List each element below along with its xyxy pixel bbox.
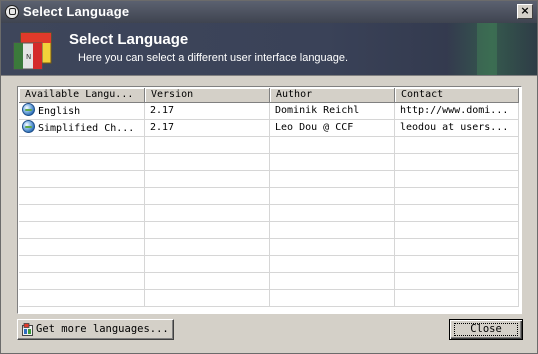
empty-cell — [270, 239, 395, 256]
empty-row — [19, 154, 519, 171]
banner-subtitle: Here you can select a different user int… — [78, 52, 349, 64]
get-more-languages-button[interactable]: Get more languages... — [17, 319, 174, 340]
empty-cell — [145, 137, 270, 154]
globe-icon — [22, 103, 35, 116]
empty-cell — [19, 239, 145, 256]
author-cell: Dominik Reichl — [270, 103, 395, 120]
empty-cell — [145, 154, 270, 171]
plugin-icon — [22, 323, 33, 336]
empty-cell — [395, 256, 519, 273]
title-close-button[interactable]: × — [517, 4, 533, 19]
empty-cell — [395, 137, 519, 154]
empty-cell — [145, 205, 270, 222]
empty-cell — [19, 256, 145, 273]
empty-cell — [19, 222, 145, 239]
globe-icon — [22, 120, 35, 133]
column-header-language[interactable]: Available Langu... — [19, 88, 145, 103]
empty-row — [19, 205, 519, 222]
empty-cell — [270, 137, 395, 154]
contact-cell: http://www.domi... — [395, 103, 519, 120]
get-more-languages-label: Get more languages... — [36, 323, 169, 335]
empty-cell — [19, 205, 145, 222]
svg-text:N: N — [26, 53, 31, 61]
empty-row — [19, 137, 519, 154]
window-title: Select Language — [23, 4, 130, 19]
keepass-lock-icon — [5, 5, 19, 19]
empty-cell — [270, 205, 395, 222]
empty-cell — [19, 188, 145, 205]
list-header: Available Langu... Version Author Contac… — [19, 88, 519, 103]
empty-cell — [145, 188, 270, 205]
version-cell: 2.17 — [145, 103, 270, 120]
banner-divider — [1, 75, 537, 76]
empty-cell — [270, 290, 395, 307]
empty-cell — [145, 171, 270, 188]
empty-cell — [19, 290, 145, 307]
empty-cell — [395, 273, 519, 290]
list-item[interactable]: English 2.17 Dominik Reichl http://www.d… — [19, 103, 519, 120]
empty-cell — [270, 256, 395, 273]
select-language-dialog: Select Language × N Select Language Here… — [0, 0, 538, 354]
language-name: Simplified Ch... — [38, 123, 135, 134]
empty-cell — [145, 256, 270, 273]
empty-cell — [270, 273, 395, 290]
empty-row — [19, 222, 519, 239]
column-header-contact[interactable]: Contact — [395, 88, 519, 103]
empty-row — [19, 256, 519, 273]
header-banner: N Select Language Here you can select a … — [1, 23, 537, 76]
column-header-version[interactable]: Version — [145, 88, 270, 103]
empty-cell — [145, 222, 270, 239]
empty-cell — [395, 290, 519, 307]
empty-cell — [19, 154, 145, 171]
contact-cell: leodou at users... — [395, 120, 519, 137]
empty-cell — [270, 222, 395, 239]
empty-row — [19, 239, 519, 256]
language-list[interactable]: Available Langu... Version Author Contac… — [17, 86, 522, 314]
empty-cell — [19, 137, 145, 154]
empty-row — [19, 188, 519, 205]
language-cell: Simplified Ch... — [19, 120, 145, 137]
column-header-author[interactable]: Author — [270, 88, 395, 103]
empty-cell — [145, 273, 270, 290]
version-cell: 2.17 — [145, 120, 270, 137]
empty-cell — [145, 239, 270, 256]
empty-row — [19, 273, 519, 290]
empty-cell — [395, 154, 519, 171]
empty-cell — [270, 171, 395, 188]
title-bar[interactable]: Select Language × — [1, 1, 537, 23]
empty-row — [19, 171, 519, 188]
author-cell: Leo Dou @ CCF — [270, 120, 395, 137]
banner-heading: Select Language — [69, 31, 189, 48]
language-flags-icon: N — [13, 32, 52, 70]
focus-rectangle — [454, 323, 518, 336]
close-button[interactable]: Close — [449, 319, 523, 340]
empty-cell — [270, 154, 395, 171]
empty-row — [19, 290, 519, 307]
empty-cell — [395, 239, 519, 256]
empty-cell — [395, 188, 519, 205]
list-item[interactable]: Simplified Ch... 2.17 Leo Dou @ CCF leod… — [19, 120, 519, 137]
empty-cell — [395, 205, 519, 222]
empty-cell — [270, 188, 395, 205]
language-name: English — [38, 106, 81, 117]
empty-cell — [395, 222, 519, 239]
empty-cell — [395, 171, 519, 188]
empty-cell — [145, 290, 270, 307]
language-cell: English — [19, 103, 145, 120]
banner-glow-strip — [477, 23, 497, 76]
empty-cell — [19, 273, 145, 290]
empty-cell — [19, 171, 145, 188]
